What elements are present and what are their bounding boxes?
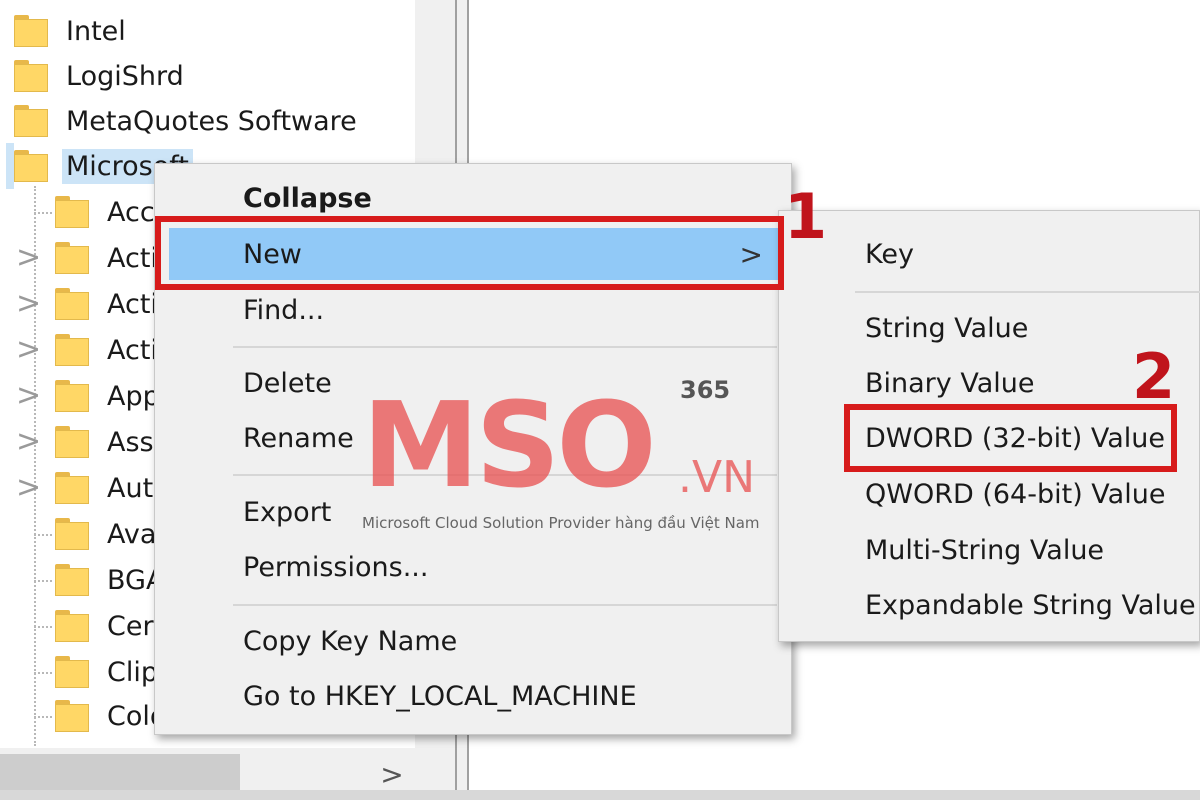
step1-highlight-box: [155, 216, 784, 290]
tree-item-logishrd[interactable]: LogiShrd: [14, 53, 188, 99]
menu-item-delete[interactable]: Delete: [155, 357, 793, 409]
tree-item-label: MetaQuotes Software: [66, 105, 357, 137]
chevron-right-icon[interactable]: >: [16, 419, 41, 465]
chevron-right-icon[interactable]: >: [16, 235, 41, 281]
step2-number: 2: [1132, 340, 1176, 413]
step2-highlight-box: [844, 404, 1177, 472]
tree-item-child[interactable]: App: [55, 373, 164, 419]
tree-item-child[interactable]: Acc: [55, 189, 159, 235]
submenu-item-label: Expandable String Value: [865, 589, 1196, 621]
tree-item-child[interactable]: Acti: [55, 235, 162, 281]
menu-separator: [855, 291, 1200, 293]
folder-icon: [55, 564, 89, 596]
tree-item-label: Acc: [107, 196, 155, 228]
menu-item-label: Permissions...: [243, 551, 429, 583]
tree-item-intel[interactable]: Intel: [14, 8, 130, 54]
folder-icon: [55, 472, 89, 504]
folder-icon: [14, 60, 48, 92]
menu-separator: [233, 604, 777, 606]
folder-icon: [55, 426, 89, 458]
tree-item-child[interactable]: Acti: [55, 327, 162, 373]
submenu-item-label: Key: [865, 238, 914, 270]
tree-item-child[interactable]: Assi: [55, 419, 165, 465]
tree-connector: [34, 580, 52, 582]
folder-icon: [55, 288, 89, 320]
folder-icon: [14, 105, 48, 137]
menu-item-export[interactable]: Export: [155, 486, 793, 538]
folder-icon: [55, 700, 89, 732]
submenu-item-key[interactable]: Key: [779, 228, 1200, 280]
chevron-right-icon[interactable]: >: [16, 327, 41, 373]
menu-item-goto-hklm[interactable]: Go to HKEY_LOCAL_MACHINE: [155, 670, 793, 722]
menu-item-find[interactable]: Find...: [155, 284, 793, 336]
tree-connector: [34, 672, 52, 674]
tree-item-child[interactable]: Aut: [55, 465, 157, 511]
menu-item-label: Export: [243, 496, 332, 528]
submenu-item-label: Binary Value: [865, 367, 1035, 399]
tree-item-label: Intel: [66, 15, 126, 47]
folder-icon: [55, 518, 89, 550]
folder-icon: [55, 610, 89, 642]
tree-connector: [34, 534, 52, 536]
folder-icon: [55, 334, 89, 366]
scrollbar-thumb[interactable]: [0, 754, 240, 794]
menu-separator: [233, 474, 777, 476]
chevron-right-icon[interactable]: >: [16, 373, 41, 419]
tree-item-child[interactable]: Clip: [55, 649, 162, 695]
tree-item-label: Ava: [107, 518, 157, 550]
folder-icon: [14, 15, 48, 47]
tree-item-child[interactable]: Acti: [55, 281, 162, 327]
status-bar: [0, 790, 1200, 800]
folder-icon: [55, 656, 89, 688]
tree-connector: [34, 212, 52, 214]
menu-separator: [233, 346, 777, 348]
submenu-item-expandable-string-value[interactable]: Expandable String Value: [779, 579, 1200, 631]
menu-item-copy-key-name[interactable]: Copy Key Name: [155, 615, 793, 667]
submenu-item-label: QWORD (64-bit) Value: [865, 478, 1166, 510]
submenu-item-label: String Value: [865, 312, 1029, 344]
tree-item-label: LogiShrd: [66, 60, 184, 92]
menu-item-label: Copy Key Name: [243, 625, 458, 657]
tree-item-metaquotes[interactable]: MetaQuotes Software: [14, 98, 361, 144]
folder-icon: [55, 380, 89, 412]
tree-item-child[interactable]: BGA: [55, 557, 168, 603]
step1-number: 1: [784, 180, 828, 253]
submenu-item-multi-string-value[interactable]: Multi-String Value: [779, 524, 1200, 576]
tree-item-child[interactable]: Ava: [55, 511, 160, 557]
menu-item-label: Rename: [243, 422, 354, 454]
tree-connector: [34, 626, 52, 628]
chevron-right-icon[interactable]: >: [16, 465, 41, 511]
submenu-item-qword-value[interactable]: QWORD (64-bit) Value: [779, 468, 1200, 520]
menu-item-label: Go to HKEY_LOCAL_MACHINE: [243, 680, 637, 712]
menu-item-label: Find...: [243, 294, 325, 326]
folder-icon: [14, 150, 48, 182]
folder-icon: [55, 242, 89, 274]
tree-item-label: Aut: [107, 472, 154, 504]
tree-item-child[interactable]: Cert: [55, 603, 168, 649]
submenu-item-label: Multi-String Value: [865, 534, 1105, 566]
menu-item-permissions[interactable]: Permissions...: [155, 541, 793, 593]
menu-item-label: Collapse: [243, 182, 372, 214]
menu-item-rename[interactable]: Rename: [155, 412, 793, 464]
chevron-right-icon[interactable]: >: [16, 281, 41, 327]
tree-connector: [34, 716, 52, 718]
folder-icon: [55, 196, 89, 228]
menu-item-label: Delete: [243, 367, 332, 399]
